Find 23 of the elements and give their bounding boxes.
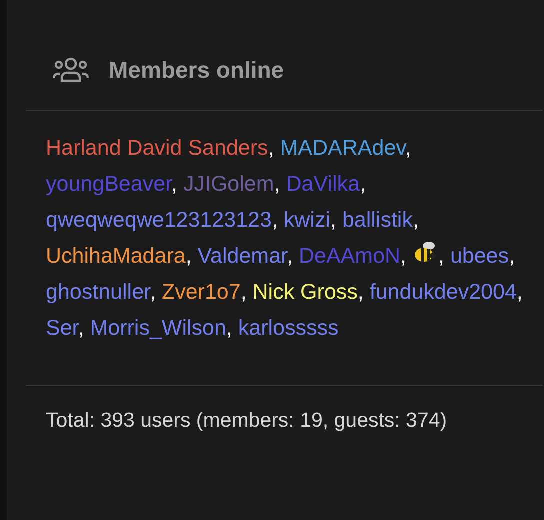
member-link[interactable]: Ser [46,316,78,340]
total-users: Total: 393 users (members: 19, guests: 374) [45,408,448,434]
member-link[interactable]: Morris_Wilson [90,316,226,340]
member-link[interactable]: Harland David Sanders [46,136,268,160]
member-link[interactable]: UchihaMadara [46,244,186,268]
member-link[interactable]: kwizi [284,208,330,232]
users-icon [53,57,89,83]
member-link[interactable]: DeAAmoN [298,244,401,268]
member-link[interactable]: JJIGolem [183,172,274,196]
member-link[interactable]: karlosssss [238,316,339,340]
member-link[interactable]: youngBeaver [46,172,172,196]
member-link[interactable]: qweqweqwe123123123 [46,208,272,232]
member-link[interactable]: ballistik [342,208,413,232]
member-link[interactable]: DaVilka [286,172,360,196]
member-link[interactable]: Nick Gross [252,280,358,304]
member-list: Harland David Sanders, MADARAdev, youngBeaver, JJIGolem, DaVilka, qweqweqwe123123123, kwizi, ballistik, UchihaMadara, Valdemar, DeAAmoN, , ubees, ghostnuller, Zver1o7, Nick Gross, fundukdev2004, Ser, Morris_Wilson, karlosssss [7,111,544,365]
member-link[interactable]: ghostnuller [46,280,150,304]
member-link[interactable]: ubees [450,244,510,268]
member-link[interactable]: Valdemar [198,244,288,268]
member-link[interactable]: MADARAdev [280,136,406,160]
member-link[interactable]: Zver1o7 [162,280,241,304]
panel-title: Members online [109,56,284,84]
member-link[interactable]: fundukdev2004 [370,280,517,304]
